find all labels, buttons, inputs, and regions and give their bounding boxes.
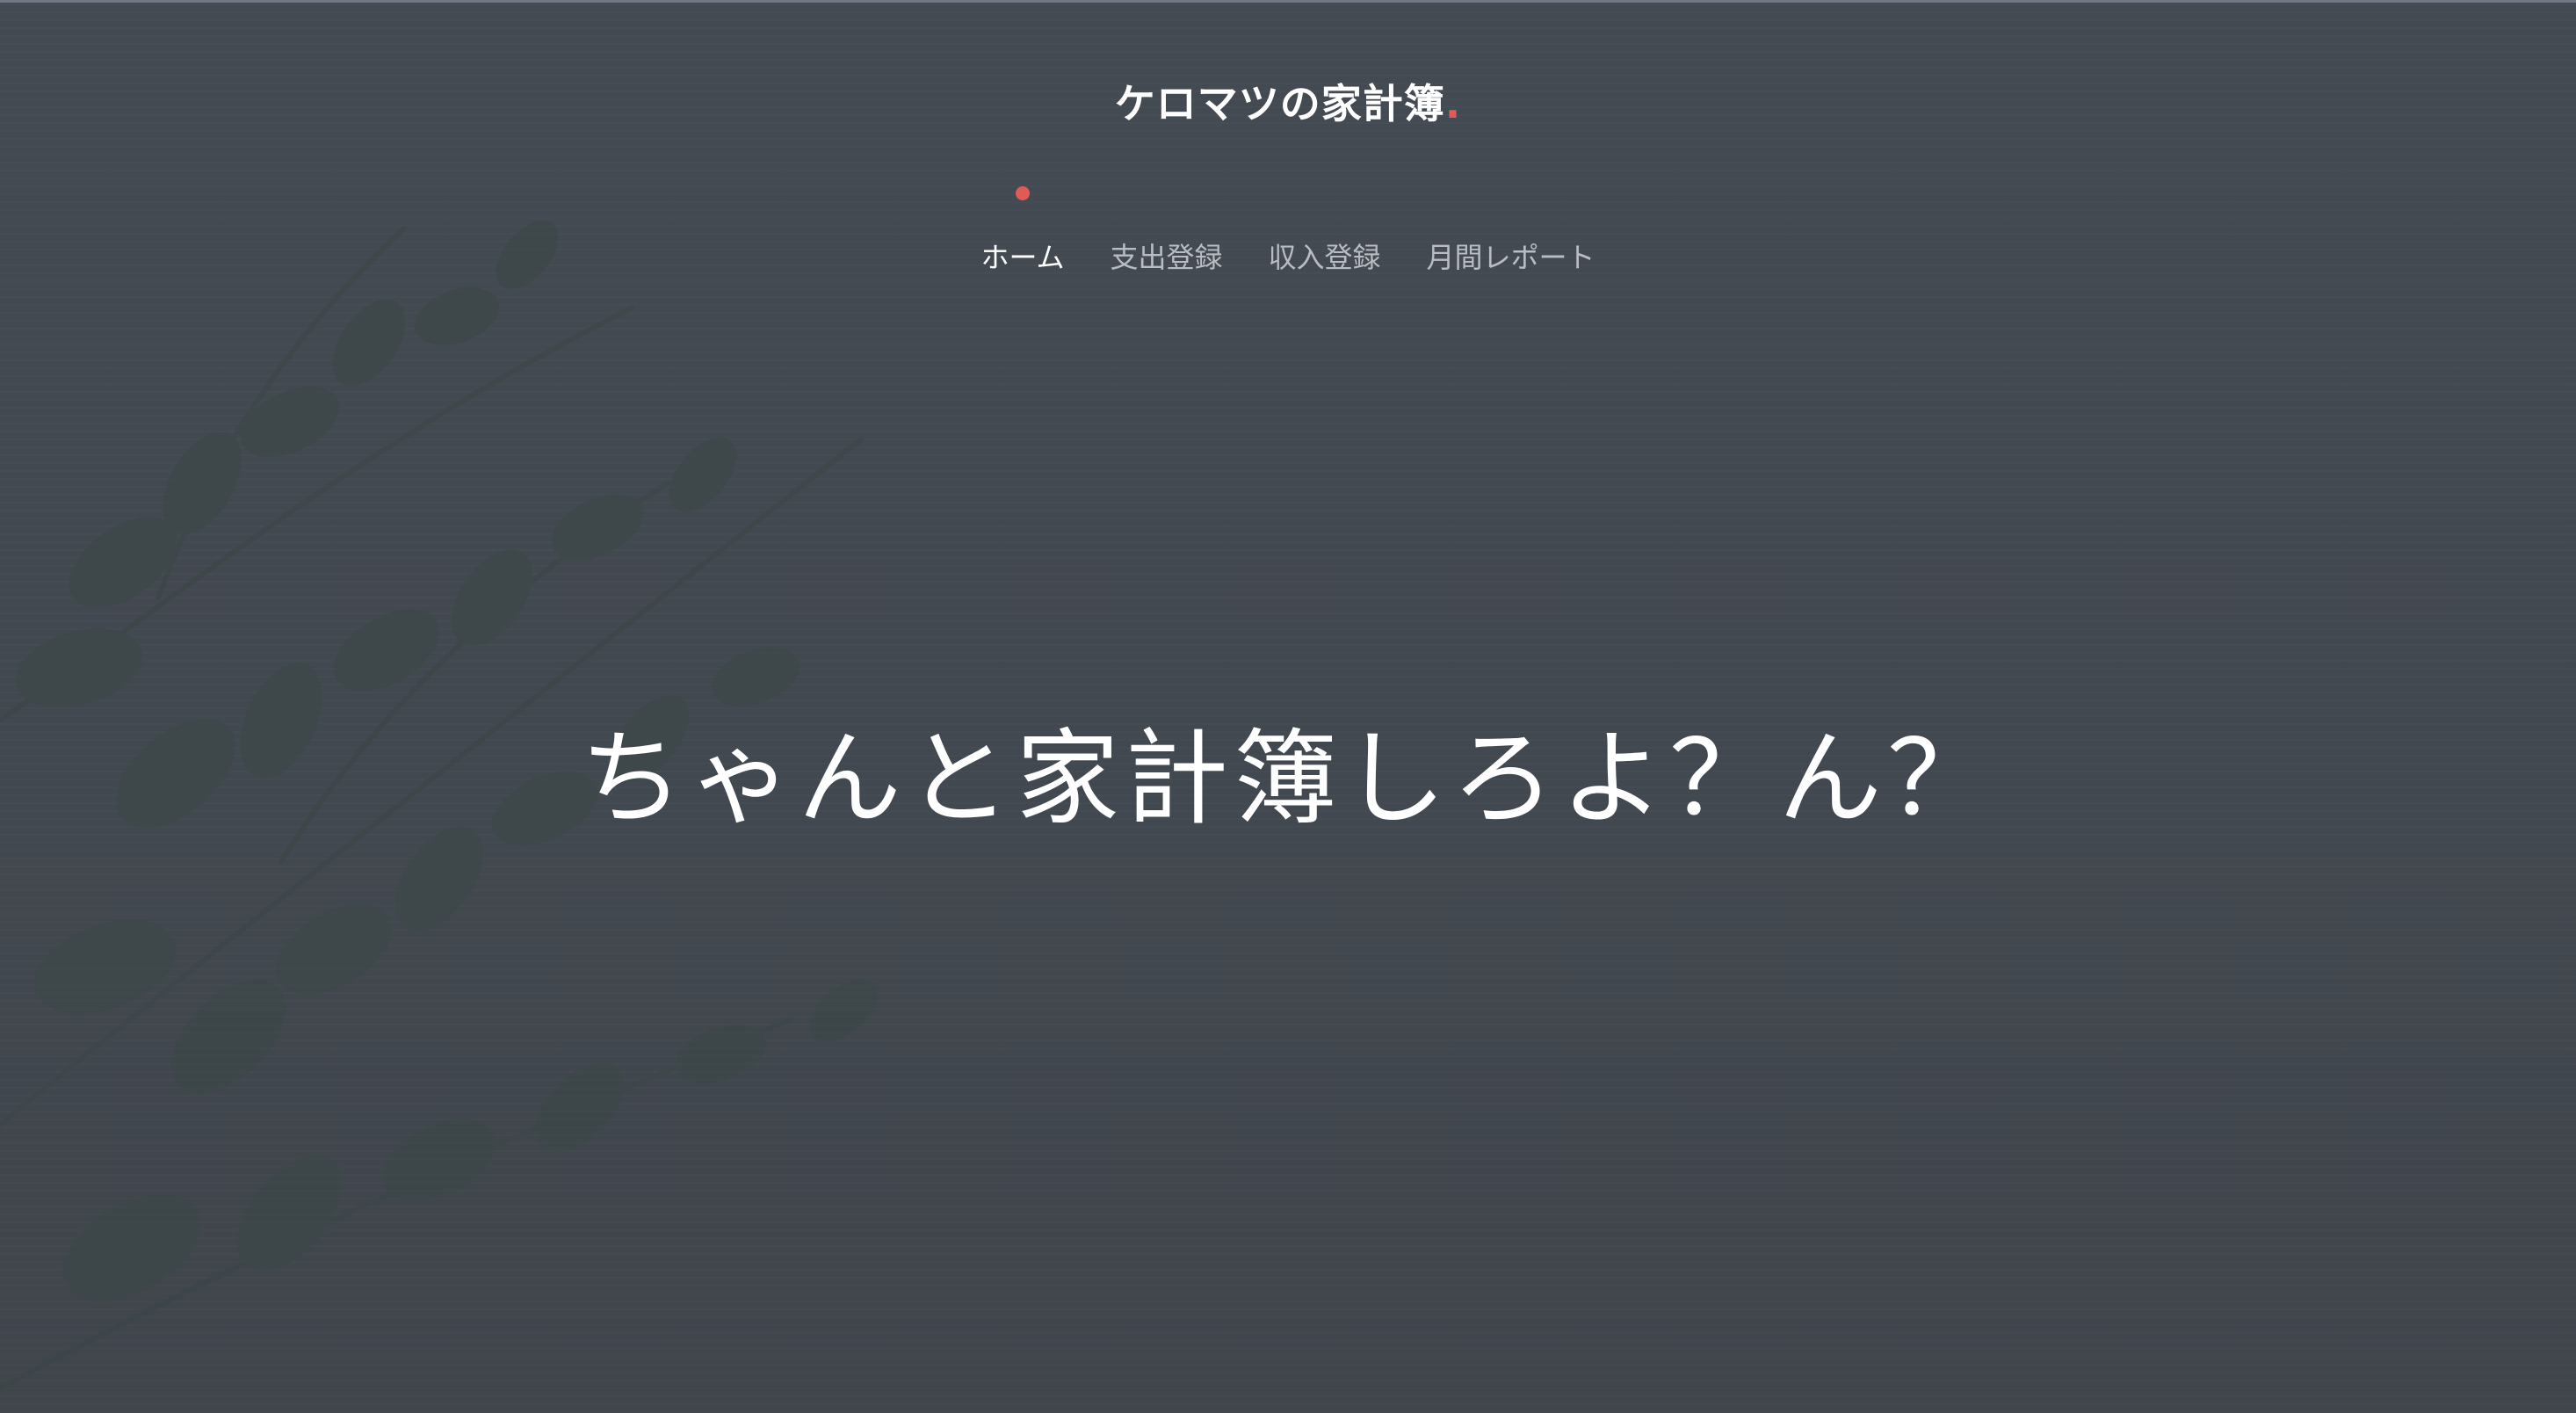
active-indicator-dot	[1015, 186, 1030, 200]
nav-item-label: 支出登録	[1110, 241, 1223, 274]
main-navigation: ホーム 支出登録 収入登録 月間レポート	[0, 186, 2576, 276]
top-border	[0, 0, 2576, 3]
nav-item-label: 月間レポート	[1426, 241, 1596, 274]
nav-item-income-entry[interactable]: 収入登録	[1269, 236, 1381, 276]
nav-item-home[interactable]: ホーム	[980, 186, 1065, 276]
nav-item-monthly-report[interactable]: 月間レポート	[1427, 236, 1596, 276]
nav-item-expense-entry[interactable]: 支出登録	[1111, 236, 1223, 276]
nav-item-label: ホーム	[980, 241, 1065, 274]
nav-item-label: 収入登録	[1268, 241, 1381, 274]
site-title-link[interactable]: ケロマツの家計簿.	[0, 72, 2576, 130]
page: ケロマツの家計簿. ホーム 支出登録 収入登録 月間レポート ちゃんと家計簿しろ…	[0, 0, 2576, 1413]
hero-heading: ちゃんと家計簿しろよ？ん？	[579, 718, 1996, 839]
site-title-dot: .	[1444, 80, 1462, 127]
site-title-text: ケロマツの家計簿	[1114, 80, 1445, 127]
